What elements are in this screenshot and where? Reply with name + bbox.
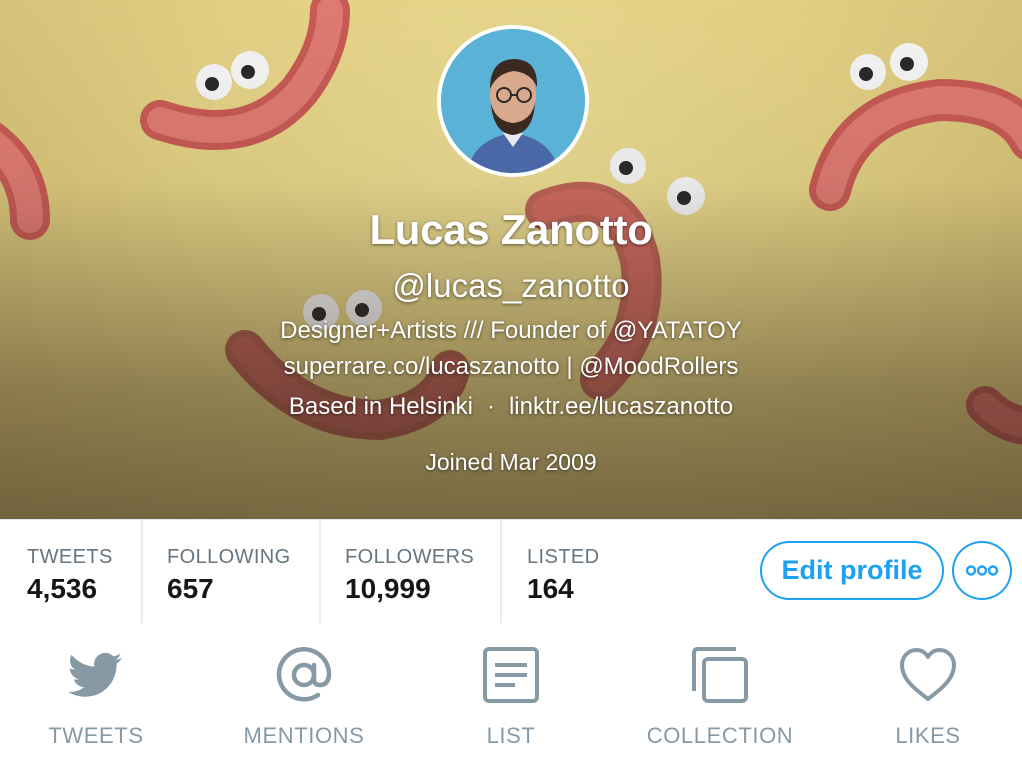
tab-likes[interactable]: LIKES (826, 623, 1022, 770)
stat-divider (141, 520, 143, 624)
heart-icon (898, 645, 958, 705)
edit-profile-button[interactable]: Edit profile (760, 541, 944, 600)
stat-value: 4,536 (27, 573, 98, 604)
profile-location: Based in Helsinki (288, 393, 473, 420)
profile-meta: Based in Helsinki · linktr.ee/lucaszanotto (0, 393, 1022, 421)
profile-avatar[interactable] (437, 25, 589, 177)
stat-followers[interactable]: FOLLOWERS 10,999 (345, 520, 474, 624)
list-icon (481, 645, 541, 705)
avatar-photo (441, 29, 585, 173)
stat-divider (500, 520, 502, 624)
profile-joined-date: Joined Mar 2009 (425, 449, 597, 475)
tab-label: LIST (486, 723, 536, 748)
more-options-button[interactable] (952, 541, 1012, 600)
at-sign-icon (274, 645, 334, 705)
profile-website-link[interactable]: linktr.ee/lucaszanotto (509, 393, 733, 420)
stat-label: FOLLOWERS (345, 546, 475, 568)
stat-divider (319, 520, 321, 624)
tab-label: LIKES (895, 723, 961, 748)
tab-mentions[interactable]: MENTIONS (202, 623, 406, 770)
stat-value: 10,999 (345, 573, 431, 604)
profile-name: Lucas Zanotto (369, 206, 653, 253)
stat-value: 657 (167, 573, 214, 604)
stat-label: FOLLOWING (167, 546, 291, 568)
more-horizontal-icon (965, 565, 999, 576)
tab-list[interactable]: LIST (409, 623, 613, 770)
tab-tweets[interactable]: TWEETS (0, 623, 198, 770)
bird-icon (66, 645, 126, 705)
bio-line-2: superrare.co/lucaszanotto | @MoodRollers (283, 353, 739, 380)
bio-line-1: Designer+Artists /// Founder of @YATATOY (280, 317, 742, 344)
stat-value: 164 (527, 573, 574, 604)
stat-tweets[interactable]: TWEETS 4,536 (27, 520, 113, 624)
stat-label: TWEETS (27, 546, 113, 568)
profile-tab-bar: TWEETS MENTIONS LIST COLLECTION LIKES (0, 623, 1022, 770)
tab-label: MENTIONS (243, 723, 365, 748)
tab-label: COLLECTION (646, 723, 794, 748)
stat-following[interactable]: FOLLOWING 657 (167, 520, 291, 624)
meta-separator: · (486, 393, 495, 420)
tab-label: TWEETS (48, 723, 144, 748)
tab-collection[interactable]: COLLECTION (618, 623, 822, 770)
stat-listed[interactable]: LISTED 164 (527, 520, 599, 624)
profile-bio: Designer+Artists /// Founder of @YATATOY… (0, 313, 1022, 385)
collection-icon (690, 645, 750, 705)
profile-handle: @lucas_zanotto (392, 267, 630, 304)
stat-label: LISTED (527, 546, 600, 568)
